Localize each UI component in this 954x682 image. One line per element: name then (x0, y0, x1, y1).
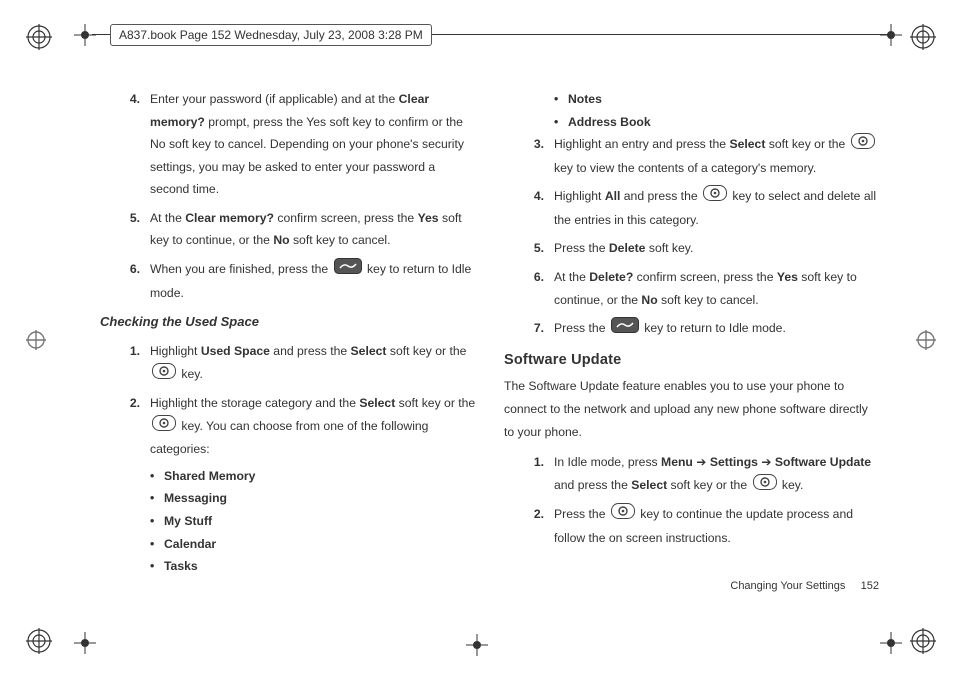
step-body: Press the key to return to Idle mode. (554, 317, 880, 341)
registration-mark-icon (916, 330, 936, 350)
header-meta: A837.book Page 152 Wednesday, July 23, 2… (110, 24, 432, 46)
step-item: 4. Highlight All and press the key to se… (518, 185, 880, 231)
registration-mark-icon (26, 330, 46, 350)
step-body: At the Clear memory? confirm screen, pre… (150, 207, 476, 252)
ok-key-icon (611, 503, 635, 527)
step-item: 3. Highlight an entry and press the Sele… (518, 133, 880, 179)
step-body: Highlight Used Space and press the Selec… (150, 340, 476, 386)
step-item: 4. Enter your password (if applicable) a… (114, 88, 476, 201)
registration-mark-icon (910, 628, 936, 654)
ok-key-icon (152, 415, 176, 439)
step-body: Press the key to continue the update pro… (554, 503, 880, 549)
step-body: Highlight All and press the key to selec… (554, 185, 880, 231)
crop-mark-icon (74, 632, 96, 654)
step-number: 4. (518, 185, 554, 231)
step-number: 1. (114, 340, 150, 386)
step-number: 6. (518, 266, 554, 311)
left-column: 4. Enter your password (if applicable) a… (100, 88, 476, 584)
section-heading: Software Update (504, 347, 880, 374)
intro-paragraph: The Software Update feature enables you … (504, 375, 880, 443)
step-item: 5. At the Clear memory? confirm screen, … (114, 207, 476, 252)
list-item: •My Stuff (150, 510, 476, 533)
step-number: 1. (518, 451, 554, 497)
step-body: In Idle mode, press Menu ➔ Settings ➔ So… (554, 451, 880, 497)
step-body: Highlight an entry and press the Select … (554, 133, 880, 179)
crop-mark-icon (880, 632, 902, 654)
step-number: 3. (518, 133, 554, 179)
step-body: Highlight the storage category and the S… (150, 392, 476, 578)
step-body: Press the Delete soft key. (554, 237, 880, 260)
right-column: •Notes •Address Book 3. Highlight an ent… (504, 88, 880, 584)
registration-mark-icon (26, 24, 52, 50)
list-item: •Address Book (554, 111, 880, 134)
step-item: 1. In Idle mode, press Menu ➔ Settings ➔… (518, 451, 880, 497)
step-item: 5. Press the Delete soft key. (518, 237, 880, 260)
step-item: 2. Highlight the storage category and th… (114, 392, 476, 578)
ok-key-icon (703, 185, 727, 209)
footer-chapter: Changing Your Settings (730, 580, 845, 592)
step-item: 6. When you are finished, press the key … (114, 258, 476, 304)
step-item: 2. Press the key to continue the update … (518, 503, 880, 549)
footer-page: 152 (861, 580, 879, 592)
list-item: •Messaging (150, 487, 476, 510)
list-item: •Tasks (150, 555, 476, 578)
crop-mark-icon (74, 24, 96, 46)
step-body: Enter your password (if applicable) and … (150, 88, 476, 201)
crop-mark-icon (880, 24, 902, 46)
ok-key-icon (851, 133, 875, 157)
step-item: 7. Press the key to return to Idle mode. (518, 317, 880, 341)
page-footer: Changing Your Settings 152 (730, 580, 879, 592)
step-item: 1. Highlight Used Space and press the Se… (114, 340, 476, 386)
registration-mark-icon (26, 628, 52, 654)
list-item: •Shared Memory (150, 465, 476, 488)
list-item: •Calendar (150, 533, 476, 556)
step-number: 5. (114, 207, 150, 252)
step-number: 5. (518, 237, 554, 260)
list-item: •Notes (554, 88, 880, 111)
subheading: Checking the Used Space (100, 310, 476, 334)
end-key-icon (611, 317, 639, 341)
step-number: 2. (518, 503, 554, 549)
step-item: 6. At the Delete? confirm screen, press … (518, 266, 880, 311)
crop-mark-icon (466, 634, 488, 656)
ok-key-icon (152, 363, 176, 387)
step-number: 4. (114, 88, 150, 201)
header-text: A837.book Page 152 Wednesday, July 23, 2… (119, 28, 423, 42)
step-number: 7. (518, 317, 554, 341)
ok-key-icon (753, 474, 777, 498)
step-body: When you are finished, press the key to … (150, 258, 476, 304)
step-number: 6. (114, 258, 150, 304)
step-number: 2. (114, 392, 150, 578)
step-body: At the Delete? confirm screen, press the… (554, 266, 880, 311)
end-key-icon (334, 258, 362, 282)
registration-mark-icon (910, 24, 936, 50)
